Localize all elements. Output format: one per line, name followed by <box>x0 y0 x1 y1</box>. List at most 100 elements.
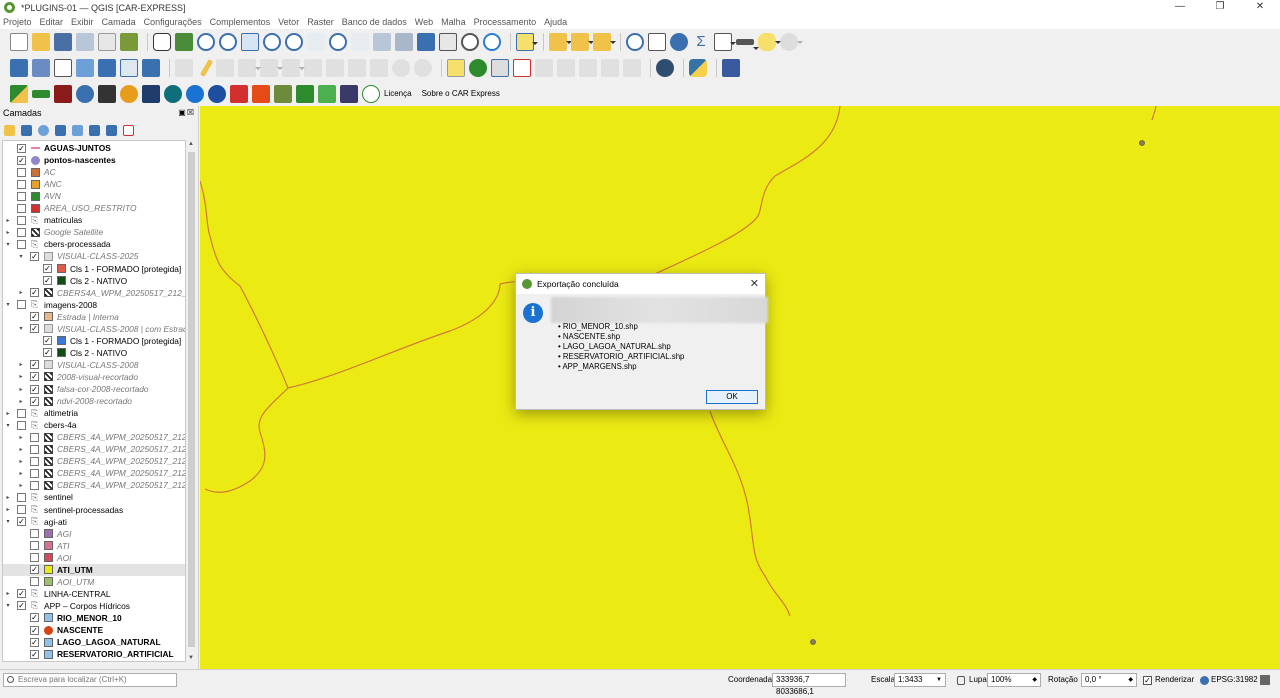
scroll-down-icon[interactable]: ▼ <box>188 655 194 661</box>
manage-visibility-icon[interactable] <box>38 124 49 136</box>
expand-arrow-icon[interactable]: ▸ <box>5 590 11 597</box>
identify-features-icon[interactable] <box>626 33 644 51</box>
paste-features-icon[interactable] <box>370 59 388 77</box>
layer-row[interactable]: ▸ CBERS_4A_WPM_20250517_212_13 <box>3 443 185 455</box>
scale-select[interactable]: 1:3433 ▼ <box>894 673 946 687</box>
plugin-globe-icon[interactable] <box>656 59 674 77</box>
plugin-ring-icon[interactable] <box>362 84 380 103</box>
layer-visibility-checkbox[interactable] <box>30 541 39 551</box>
layer-row[interactable]: ANC <box>3 178 185 190</box>
attribute-table-icon[interactable] <box>648 33 666 51</box>
layer-row[interactable]: ▸ Google Satellite <box>3 226 185 238</box>
layer-row[interactable]: ▸ ⎘ matriculas <box>3 214 185 226</box>
menu-camada[interactable]: Camada <box>102 17 136 27</box>
pin-labels-icon[interactable] <box>491 59 509 77</box>
zoom-in-icon[interactable] <box>197 33 215 51</box>
menu-banco-de-dados[interactable]: Banco de dados <box>342 17 407 27</box>
layer-row[interactable]: ▸ ⎘ altimetria <box>3 407 185 419</box>
layer-visibility-checkbox[interactable] <box>30 480 39 490</box>
change-label-icon[interactable] <box>579 59 597 77</box>
add-delimited-text-icon[interactable] <box>120 59 138 77</box>
layer-visibility-checkbox[interactable] <box>17 239 26 249</box>
expand-arrow-icon[interactable]: ▸ <box>18 482 24 489</box>
open-layer-styling-icon[interactable] <box>4 124 15 136</box>
menu-vetor[interactable]: Vetor <box>278 17 299 27</box>
messages-icon[interactable] <box>1260 675 1270 685</box>
layer-visibility-checkbox[interactable] <box>30 444 39 454</box>
highlight-labels-icon[interactable] <box>513 59 531 77</box>
layer-visibility-checkbox[interactable]: ✓ <box>43 336 52 346</box>
copy-features-icon[interactable] <box>348 59 366 77</box>
redo-icon[interactable] <box>414 59 432 77</box>
layer-visibility-checkbox[interactable] <box>17 408 26 418</box>
menu-exibir[interactable]: Exibir <box>71 17 94 27</box>
filter-legend-icon[interactable] <box>55 124 66 136</box>
label-tool-icon[interactable] <box>447 59 465 77</box>
add-layer-icon[interactable] <box>32 59 50 77</box>
layer-visibility-checkbox[interactable] <box>30 529 39 539</box>
layer-visibility-checkbox[interactable]: ✓ <box>17 589 26 599</box>
pan-to-selection-icon[interactable] <box>175 33 193 51</box>
layer-visibility-checkbox[interactable] <box>30 577 39 587</box>
layout-manager-icon[interactable] <box>98 33 116 51</box>
plugin-arrow-icon[interactable] <box>32 89 50 98</box>
layer-row[interactable]: ✓ Estrada | Interna <box>3 311 185 323</box>
help-icon[interactable] <box>722 59 740 77</box>
magnifier-spinbox[interactable]: 100% ◆ <box>987 673 1041 687</box>
maximize-button[interactable]: ❐ <box>1200 0 1240 15</box>
layer-visibility-checkbox[interactable]: ✓ <box>30 324 39 334</box>
layer-row[interactable]: ▸ ✓ 2008-visual-recortado <box>3 371 185 383</box>
collapse-arrow-icon[interactable]: ▾ <box>18 325 24 332</box>
rotation-spinbox[interactable]: 0,0 ° ◆ <box>1081 673 1137 687</box>
save-project-icon[interactable] <box>54 33 72 51</box>
close-window-button[interactable]: ✕ <box>1240 0 1280 15</box>
crs-globe-icon[interactable] <box>1200 676 1209 685</box>
cut-features-icon[interactable] <box>326 59 344 77</box>
scrollbar-thumb[interactable] <box>188 152 195 647</box>
plugin-tree-icon[interactable] <box>296 84 314 103</box>
layer-visibility-checkbox[interactable]: ✓ <box>17 155 26 165</box>
add-mesh-layer-icon[interactable] <box>98 59 116 77</box>
layer-row[interactable]: AGI <box>3 528 185 540</box>
vertex-tool-icon[interactable] <box>260 59 283 77</box>
layer-row[interactable]: ▾ ⎘ cbers-processada <box>3 238 185 250</box>
show-hide-labels-icon[interactable] <box>601 59 619 77</box>
menu-raster[interactable]: Raster <box>307 17 334 27</box>
layer-row[interactable]: ✓ Cls 1 - FORMADO [protegida] <box>3 335 185 347</box>
expand-arrow-icon[interactable]: ▸ <box>5 506 11 513</box>
layer-row[interactable]: ▸ CBERS_4A_WPM_20250517_212_13 <box>3 479 185 491</box>
layer-visibility-checkbox[interactable] <box>17 203 26 213</box>
layer-row[interactable]: ✓ pontos-nascentes <box>3 154 185 166</box>
plugin-pin-icon[interactable] <box>208 84 226 103</box>
expand-arrow-icon[interactable]: ▸ <box>18 386 24 393</box>
dialog-close-icon[interactable]: ✕ <box>750 277 759 290</box>
collapse-all-icon[interactable] <box>106 124 117 136</box>
collapse-arrow-icon[interactable]: ▾ <box>18 253 24 260</box>
layer-visibility-checkbox[interactable]: ✓ <box>43 276 52 286</box>
layer-visibility-checkbox[interactable]: ✓ <box>43 264 52 273</box>
zoom-out-icon[interactable] <box>219 33 237 51</box>
layer-visibility-checkbox[interactable]: ✓ <box>30 396 39 406</box>
expand-arrow-icon[interactable]: ▸ <box>5 410 11 417</box>
data-source-manager-icon[interactable] <box>10 59 28 77</box>
zoom-native-icon[interactable] <box>307 33 325 51</box>
layer-visibility-checkbox[interactable]: ✓ <box>30 312 39 322</box>
plugin-gear-icon[interactable] <box>76 84 94 103</box>
layer-visibility-checkbox[interactable]: ✓ <box>30 251 39 261</box>
field-calculator-icon[interactable] <box>670 33 688 51</box>
layer-row[interactable]: AOI <box>3 552 185 564</box>
layer-row[interactable]: ✓ Cls 1 - FORMADO [protegida] <box>3 263 185 275</box>
pan-hand-icon[interactable] <box>153 33 171 51</box>
label-properties-icon[interactable] <box>623 59 641 77</box>
decorations-icon[interactable] <box>780 33 803 51</box>
plugin-house-icon[interactable] <box>318 84 336 103</box>
filter-expression-icon[interactable] <box>72 124 83 136</box>
new-project-icon[interactable] <box>10 33 28 51</box>
collapse-arrow-icon[interactable]: ▾ <box>5 518 11 525</box>
expand-arrow-icon[interactable]: ▸ <box>5 229 11 236</box>
layer-row[interactable]: ✓ Cls 2 - NATIVO <box>3 275 185 287</box>
deselect-features-icon[interactable] <box>571 33 594 51</box>
layer-row[interactable]: ▸ ⎘ sentinel-processadas <box>3 504 185 516</box>
layer-visibility-checkbox[interactable]: ✓ <box>30 637 39 647</box>
toggle-editing-pencil-icon[interactable] <box>199 58 214 78</box>
